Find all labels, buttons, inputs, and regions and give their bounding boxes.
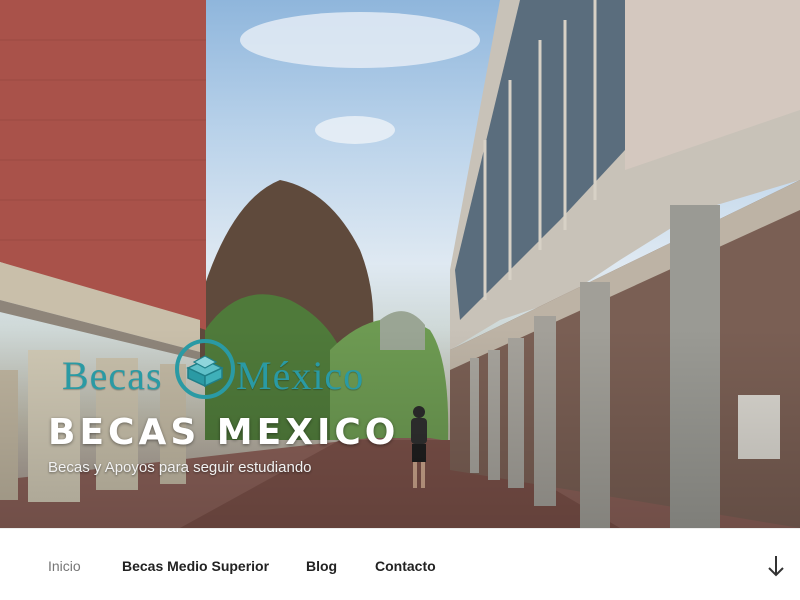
book-globe-icon — [175, 339, 235, 399]
arrow-down-icon[interactable] — [764, 553, 788, 579]
site-description: Becas y Apoyos para seguir estudiando — [48, 459, 312, 476]
logo-word-mexico: México — [236, 353, 365, 398]
nav-item-becas-medio-superior[interactable]: Becas Medio Superior — [122, 558, 269, 574]
site-logo[interactable]: Becas México — [60, 338, 390, 402]
nav-item-blog[interactable]: Blog — [306, 558, 337, 574]
logo-word-becas: Becas — [62, 353, 163, 398]
site-title[interactable]: BECAS MEXICO — [48, 412, 399, 453]
nav-item-contacto[interactable]: Contacto — [375, 558, 436, 574]
main-navigation: Inicio Becas Medio Superior Blog Contact… — [0, 528, 800, 600]
header-hero: Becas México BECAS MEXICO Becas y Apoyos… — [0, 0, 800, 528]
nav-item-inicio[interactable]: Inicio — [48, 558, 81, 574]
